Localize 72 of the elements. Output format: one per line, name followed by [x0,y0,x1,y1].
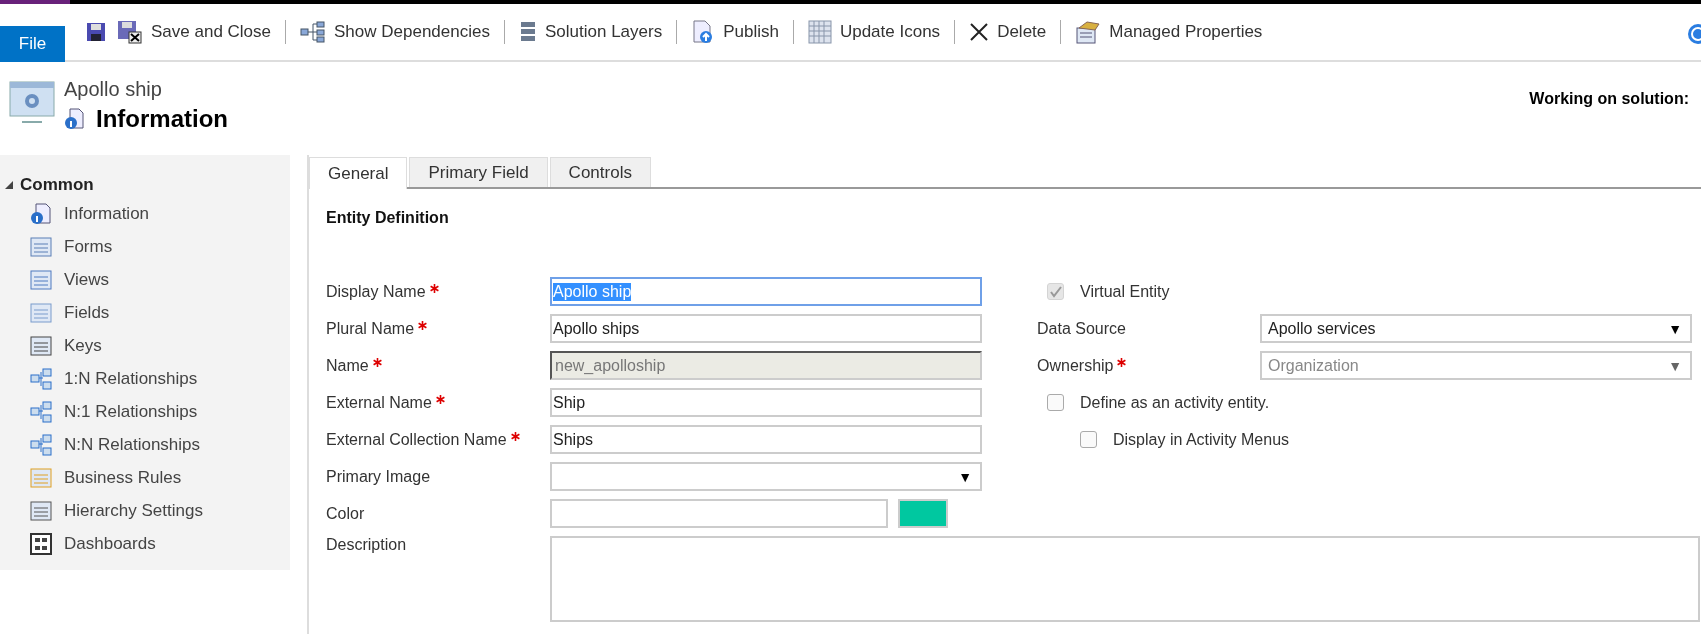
text-field[interactable]: Apollo ships [550,314,982,343]
properties-icon [1075,20,1102,44]
nav-item[interactable]: Hierarchy Settings [0,494,290,527]
toolbar-button[interactable]: Managed Properties [1075,20,1263,44]
list-icon [30,466,52,489]
color-field[interactable] [550,499,888,528]
grid-icon [807,20,832,44]
list-icon [30,235,52,258]
save-close-icon [117,20,143,44]
toolbar-button[interactable] [85,21,107,43]
layers-icon [519,21,537,43]
dropdown-field[interactable]: Apollo services ▼ [1260,314,1692,343]
page-title: Information [96,105,228,133]
relationship-icon [30,400,52,423]
nav-item[interactable]: N:N Relationships [0,428,290,461]
info-icon [64,108,84,130]
list-icon [30,499,52,522]
toolbar-button[interactable]: Solution Layers [519,21,663,43]
list-icon [30,334,52,357]
tab[interactable]: Controls [549,157,651,187]
solution-label: Working on solution: [1529,90,1689,108]
info-icon [30,202,52,225]
nav-item[interactable]: Fields [0,296,290,329]
field-label: Plural Name [326,319,550,338]
field-label: Name [326,356,550,375]
nav-item[interactable]: Information [0,197,290,230]
nav-item[interactable]: Business Rules [0,461,290,494]
delete-icon [969,22,990,42]
nav-item[interactable]: 1:N Relationships [0,362,290,395]
description-field[interactable] [550,536,1700,622]
relationship-icon [30,367,52,390]
toolbar-button[interactable]: Delete [969,22,1047,42]
toolbar-button[interactable]: Publish [691,20,779,44]
field-label: External Name [326,393,550,412]
color-swatch[interactable] [898,499,948,528]
entity-name: Apollo ship [64,78,163,101]
field-label: Ownership [1037,356,1260,375]
collapse-icon[interactable] [4,180,14,190]
toolbar-button[interactable]: Update Icons [807,20,941,44]
toolbar-button[interactable]: Save and Close [117,20,272,44]
save-icon [85,21,107,43]
nav-item[interactable]: Dashboards [0,527,290,560]
toolbar-button[interactable]: Show Dependencies [300,21,490,43]
nav-item[interactable]: Views [0,263,290,296]
checkbox[interactable] [1047,394,1064,411]
text-field[interactable]: Ship [550,388,982,417]
tab[interactable]: Primary Field [409,157,548,187]
relationship-icon [30,433,52,456]
dashboard-icon [30,532,52,555]
nav-item[interactable]: N:1 Relationships [0,395,290,428]
dependencies-icon [300,21,327,43]
checkbox-label: Define as an activity entity. [1080,393,1270,412]
readonly-field: new_apolloship [550,351,982,380]
checkbox[interactable] [1080,431,1097,448]
text-field[interactable]: Ships [550,425,982,454]
dropdown-field[interactable]: ▼ [550,462,982,491]
section-heading: Entity Definition [326,209,450,227]
field-label: Color [326,504,366,523]
list-icon [30,301,52,324]
nav-item[interactable]: Forms [0,230,290,263]
file-button[interactable]: File [0,26,65,62]
field-label: Description [326,536,408,555]
field-label: Display Name [326,282,550,301]
checkbox-label: Display in Activity Menus [1113,430,1290,449]
tab[interactable]: General [309,157,408,189]
field-label: Primary Image [326,467,432,486]
field-label: External Collection Name [326,430,550,449]
field-label: Data Source [1037,319,1127,338]
nav-item[interactable]: Keys [0,329,290,362]
checkbox-label: Virtual Entity [1080,282,1170,301]
list-icon [30,268,52,291]
section-title: Common [20,175,94,195]
